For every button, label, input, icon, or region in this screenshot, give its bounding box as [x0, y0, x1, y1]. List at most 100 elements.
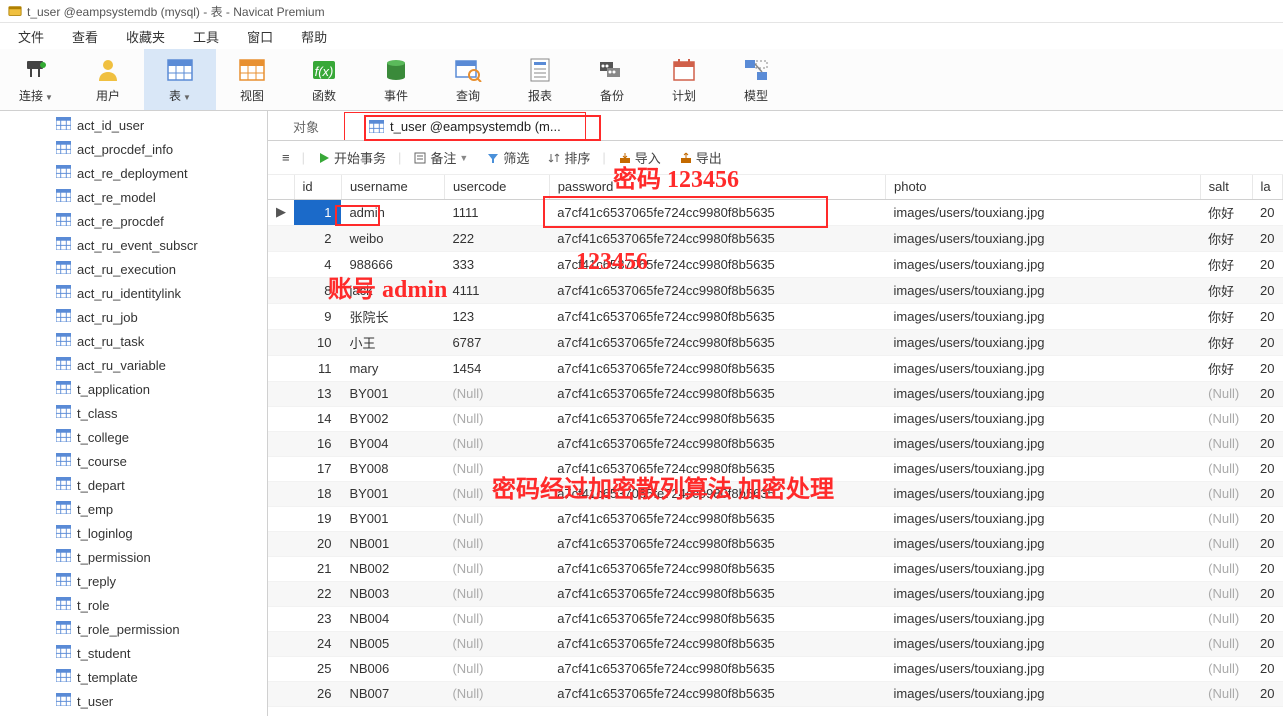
- cell-username[interactable]: jack: [341, 277, 444, 303]
- cell-username[interactable]: 张院长: [341, 303, 444, 329]
- tab-objects[interactable]: 对象: [268, 112, 344, 140]
- table-row[interactable]: 11mary1454a7cf41c6537065fe724cc9980f8b56…: [268, 355, 1283, 381]
- cell-salt[interactable]: (Null): [1200, 431, 1252, 456]
- tree-item-t_student[interactable]: t_student: [0, 641, 267, 665]
- table-row[interactable]: 4988666333a7cf41c6537065fe724cc9980f8b56…: [268, 251, 1283, 277]
- cell-password[interactable]: a7cf41c6537065fe724cc9980f8b5635: [549, 277, 885, 303]
- cell-last[interactable]: 20: [1252, 406, 1283, 431]
- cell-salt[interactable]: (Null): [1200, 656, 1252, 681]
- cell-id[interactable]: 16: [294, 431, 341, 456]
- table-row[interactable]: 13BY001(Null)a7cf41c6537065fe724cc9980f8…: [268, 381, 1283, 406]
- table-row[interactable]: 21NB002(Null)a7cf41c6537065fe724cc9980f8…: [268, 556, 1283, 581]
- cell-last[interactable]: 20: [1252, 199, 1283, 225]
- cell-id[interactable]: 4: [294, 251, 341, 277]
- tree-item-act_ru_execution[interactable]: act_ru_execution: [0, 257, 267, 281]
- cell-last[interactable]: 20: [1252, 631, 1283, 656]
- filter-button[interactable]: 筛选: [480, 146, 535, 169]
- cell-photo[interactable]: images/users/touxiang.jpg: [886, 355, 1201, 381]
- cell-last[interactable]: 20: [1252, 531, 1283, 556]
- cell-last[interactable]: 20: [1252, 556, 1283, 581]
- tree-item-t_role[interactable]: t_role: [0, 593, 267, 617]
- table-row[interactable]: 22NB003(Null)a7cf41c6537065fe724cc9980f8…: [268, 581, 1283, 606]
- cell-salt[interactable]: (Null): [1200, 606, 1252, 631]
- cell-password[interactable]: a7cf41c6537065fe724cc9980f8b5635: [549, 431, 885, 456]
- cell-password[interactable]: a7cf41c6537065fe724cc9980f8b5635: [549, 681, 885, 706]
- cell-id[interactable]: 8: [294, 277, 341, 303]
- cell-photo[interactable]: images/users/touxiang.jpg: [886, 199, 1201, 225]
- tree-item-t_role_permission[interactable]: t_role_permission: [0, 617, 267, 641]
- menu-0[interactable]: 文件: [6, 25, 56, 48]
- cell-id[interactable]: 17: [294, 456, 341, 481]
- menu-1[interactable]: 查看: [60, 25, 110, 48]
- cell-username[interactable]: NB003: [341, 581, 444, 606]
- cell-usercode[interactable]: (Null): [444, 656, 549, 681]
- tree-item-t_loginlog[interactable]: t_loginlog: [0, 521, 267, 545]
- import-button[interactable]: 导入: [612, 146, 667, 169]
- cell-usercode[interactable]: (Null): [444, 506, 549, 531]
- cell-password[interactable]: a7cf41c6537065fe724cc9980f8b5635: [549, 581, 885, 606]
- cell-last[interactable]: 20: [1252, 251, 1283, 277]
- table-row[interactable]: 16BY004(Null)a7cf41c6537065fe724cc9980f8…: [268, 431, 1283, 456]
- tree-item-t_permission[interactable]: t_permission: [0, 545, 267, 569]
- cell-photo[interactable]: images/users/touxiang.jpg: [886, 431, 1201, 456]
- cell-password[interactable]: a7cf41c6537065fe724cc9980f8b5635: [549, 199, 885, 225]
- cell-salt[interactable]: (Null): [1200, 506, 1252, 531]
- cell-username[interactable]: BY001: [341, 381, 444, 406]
- cell-usercode[interactable]: (Null): [444, 481, 549, 506]
- cell-usercode[interactable]: (Null): [444, 681, 549, 706]
- cell-salt[interactable]: (Null): [1200, 481, 1252, 506]
- cell-password[interactable]: a7cf41c6537065fe724cc9980f8b5635: [549, 531, 885, 556]
- memo-button[interactable]: 备注 ▼: [407, 146, 474, 169]
- cell-last[interactable]: 20: [1252, 225, 1283, 251]
- toolbar-用户[interactable]: 用户: [72, 49, 144, 110]
- cell-photo[interactable]: images/users/touxiang.jpg: [886, 225, 1201, 251]
- cell-last[interactable]: 20: [1252, 506, 1283, 531]
- cell-username[interactable]: NB007: [341, 681, 444, 706]
- cell-last[interactable]: 20: [1252, 303, 1283, 329]
- tree-item-t_depart[interactable]: t_depart: [0, 473, 267, 497]
- cell-salt[interactable]: 你好: [1200, 303, 1252, 329]
- cell-salt[interactable]: 你好: [1200, 199, 1252, 225]
- cell-salt[interactable]: (Null): [1200, 631, 1252, 656]
- col-password[interactable]: password: [549, 175, 885, 199]
- cell-password[interactable]: a7cf41c6537065fe724cc9980f8b5635: [549, 329, 885, 355]
- table-row[interactable]: 14BY002(Null)a7cf41c6537065fe724cc9980f8…: [268, 406, 1283, 431]
- cell-last[interactable]: 20: [1252, 277, 1283, 303]
- table-row[interactable]: 24NB005(Null)a7cf41c6537065fe724cc9980f8…: [268, 631, 1283, 656]
- tree-item-act_procdef_info[interactable]: act_procdef_info: [0, 137, 267, 161]
- cell-id[interactable]: 19: [294, 506, 341, 531]
- cell-password[interactable]: a7cf41c6537065fe724cc9980f8b5635: [549, 456, 885, 481]
- toolbar-视图[interactable]: 视图: [216, 49, 288, 110]
- col-photo[interactable]: photo: [886, 175, 1201, 199]
- cell-last[interactable]: 20: [1252, 456, 1283, 481]
- cell-photo[interactable]: images/users/touxiang.jpg: [886, 656, 1201, 681]
- cell-photo[interactable]: images/users/touxiang.jpg: [886, 406, 1201, 431]
- toggle-fields-icon[interactable]: ≡: [276, 148, 296, 167]
- cell-usercode[interactable]: (Null): [444, 606, 549, 631]
- cell-usercode[interactable]: 123: [444, 303, 549, 329]
- cell-id[interactable]: 23: [294, 606, 341, 631]
- sort-button[interactable]: 排序: [541, 146, 596, 169]
- cell-usercode[interactable]: (Null): [444, 381, 549, 406]
- menu-2[interactable]: 收藏夹: [114, 25, 177, 48]
- cell-usercode[interactable]: 222: [444, 225, 549, 251]
- cell-usercode[interactable]: 1454: [444, 355, 549, 381]
- tree-item-act_re_model[interactable]: act_re_model: [0, 185, 267, 209]
- cell-last[interactable]: 20: [1252, 355, 1283, 381]
- cell-last[interactable]: 20: [1252, 581, 1283, 606]
- cell-password[interactable]: a7cf41c6537065fe724cc9980f8b5635: [549, 506, 885, 531]
- cell-id[interactable]: 11: [294, 355, 341, 381]
- cell-salt[interactable]: (Null): [1200, 681, 1252, 706]
- cell-salt[interactable]: 你好: [1200, 225, 1252, 251]
- col-salt[interactable]: salt: [1200, 175, 1252, 199]
- tree-item-act_ru_event_subscr[interactable]: act_ru_event_subscr: [0, 233, 267, 257]
- table-row[interactable]: 23NB004(Null)a7cf41c6537065fe724cc9980f8…: [268, 606, 1283, 631]
- tree-item-act_re_procdef[interactable]: act_re_procdef: [0, 209, 267, 233]
- toolbar-函数[interactable]: f(x)函数: [288, 49, 360, 110]
- cell-password[interactable]: a7cf41c6537065fe724cc9980f8b5635: [549, 406, 885, 431]
- tree-item-act_id_user[interactable]: act_id_user: [0, 113, 267, 137]
- col-id[interactable]: id: [294, 175, 341, 199]
- cell-photo[interactable]: images/users/touxiang.jpg: [886, 581, 1201, 606]
- cell-last[interactable]: 20: [1252, 681, 1283, 706]
- cell-id[interactable]: 14: [294, 406, 341, 431]
